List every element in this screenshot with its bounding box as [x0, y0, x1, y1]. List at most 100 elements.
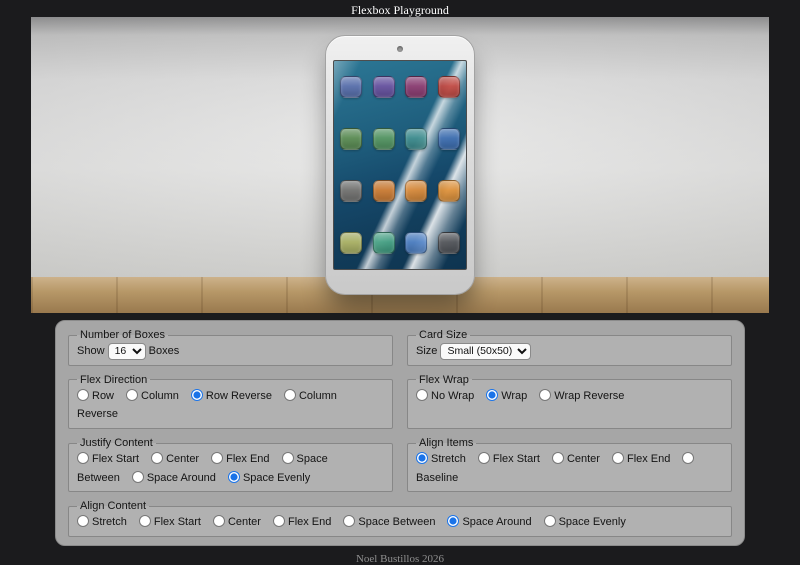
legend-flex-direction: Flex Direction [77, 374, 150, 386]
justify-content-radio-flex-end[interactable] [211, 452, 223, 464]
flex-direction-radio-row-reverse[interactable] [191, 389, 203, 401]
fieldset-align-content: Align Content Stretch Flex Start Center Flex… [68, 500, 732, 537]
flex-wrap-radio-no-wrap[interactable] [416, 389, 428, 401]
align-items-option-label: Baseline [416, 472, 458, 484]
hero-photo [31, 17, 769, 313]
flex-wrap-option-no-wrap[interactable]: No Wrap [416, 390, 474, 402]
app-box [405, 128, 427, 150]
align-content-option-center[interactable]: Center [213, 516, 261, 528]
flex-direction-option-row-reverse[interactable]: Row Reverse [191, 390, 272, 402]
align-content-option-flex-end[interactable]: Flex End [273, 516, 331, 528]
page-title: Flexbox Playground [0, 0, 800, 17]
app-box [340, 128, 362, 150]
align-content-radio-flex-end[interactable] [273, 515, 285, 527]
align-content-option-label: Stretch [92, 516, 127, 528]
app-box [373, 76, 395, 98]
align-content-option-stretch[interactable]: Stretch [77, 516, 127, 528]
flex-wrap-radio-wrap-reverse[interactable] [539, 389, 551, 401]
app-box [405, 232, 427, 254]
number-of-boxes-content: Show 16 Boxes [77, 342, 384, 361]
app-box [340, 180, 362, 202]
legend-align-content: Align Content [77, 500, 149, 512]
justify-content-option-center[interactable]: Center [151, 453, 199, 465]
app-box [373, 232, 395, 254]
align-items-radio-flex-start[interactable] [478, 452, 490, 464]
fieldset-align-items: Align Items Stretch Flex Start Center Flex E… [407, 437, 732, 492]
app-box [340, 232, 362, 254]
flex-wrap-option-label: No Wrap [431, 390, 474, 402]
align-items-radio-baseline[interactable] [682, 452, 694, 464]
align-content-radio-flex-start[interactable] [139, 515, 151, 527]
justify-content-radio-flex-start[interactable] [77, 452, 89, 464]
phone-mockup [325, 35, 475, 295]
flex-direction-option-label: Row [92, 390, 114, 402]
justify-content-option-label: Center [166, 453, 199, 465]
legend-flex-wrap: Flex Wrap [416, 374, 472, 386]
align-items-option-label: Center [567, 453, 600, 465]
fieldset-flex-wrap: Flex Wrap No Wrap Wrap Wrap Reverse [407, 374, 732, 429]
align-items-option-label: Flex Start [493, 453, 540, 465]
align-items-options: Stretch Flex Start Center Flex End Baseline [416, 450, 723, 487]
align-content-option-label: Space Around [462, 516, 531, 528]
page: { "title": "Flexbox Playground", "footer… [0, 0, 800, 531]
align-items-option-label: Stretch [431, 453, 466, 465]
justify-content-option-flex-start[interactable]: Flex Start [77, 453, 139, 465]
justify-content-option-flex-end[interactable]: Flex End [211, 453, 269, 465]
flex-direction-radio-column[interactable] [126, 389, 138, 401]
app-box [438, 128, 460, 150]
align-items-radio-center[interactable] [552, 452, 564, 464]
phone-camera-dot [397, 46, 403, 52]
phone-screen [333, 60, 467, 270]
flex-wrap-option-wrap[interactable]: Wrap [486, 390, 527, 402]
align-content-option-label: Space Between [358, 516, 435, 528]
justify-content-option-label: Space Evenly [243, 472, 310, 484]
align-items-radio-stretch[interactable] [416, 452, 428, 464]
app-box [438, 180, 460, 202]
align-content-radio-center[interactable] [213, 515, 225, 527]
align-content-option-space-around[interactable]: Space Around [447, 516, 531, 528]
fieldset-flex-direction: Flex DirectionRowColumnRow ReverseColumn… [68, 374, 393, 429]
align-content-option-label: Flex End [288, 516, 331, 528]
justify-content-options: Flex StartCenterFlex EndSpace BetweenSpa… [77, 450, 384, 487]
flex-direction-option-column[interactable]: Column [126, 390, 179, 402]
legend-number-of-boxes: Number of Boxes [77, 329, 168, 341]
align-items-option-stretch[interactable]: Stretch [416, 453, 466, 465]
flex-wrap-option-label: Wrap Reverse [554, 390, 624, 402]
app-box [340, 76, 362, 98]
flex-direction-radio-row[interactable] [77, 389, 89, 401]
legend-align-items: Align Items [416, 437, 476, 449]
align-items-radio-flex-end[interactable] [612, 452, 624, 464]
align-content-option-space-evenly[interactable]: Space Evenly [544, 516, 626, 528]
fieldset-number-of-boxes: Number of Boxes Show 16 Boxes [68, 329, 393, 366]
align-items-option-center[interactable]: Center [552, 453, 600, 465]
card-size-select[interactable]: Small (50x50) [440, 343, 531, 360]
justify-content-radio-center[interactable] [151, 452, 163, 464]
align-content-option-flex-start[interactable]: Flex Start [139, 516, 201, 528]
justify-content-radio-space-evenly[interactable] [228, 471, 240, 483]
justify-content-option-space-around[interactable]: Space Around [132, 472, 216, 484]
justify-content-option-space-evenly[interactable]: Space Evenly [228, 472, 310, 484]
flex-direction-option-label: Column [141, 390, 179, 402]
box-count-select[interactable]: 16 [108, 343, 146, 360]
flex-direction-radio-column-reverse[interactable] [284, 389, 296, 401]
align-items-option-flex-end[interactable]: Flex End [612, 453, 670, 465]
size-label: Size [416, 345, 437, 357]
flex-wrap-options: No Wrap Wrap Wrap Reverse [416, 387, 723, 406]
flex-wrap-radio-wrap[interactable] [486, 389, 498, 401]
align-content-radio-space-between[interactable] [343, 515, 355, 527]
justify-content-option-label: Space Around [147, 472, 216, 484]
align-content-option-space-between[interactable]: Space Between [343, 516, 435, 528]
flex-direction-option-row[interactable]: Row [77, 390, 114, 402]
app-box [438, 76, 460, 98]
justify-content-radio-space-around[interactable] [132, 471, 144, 483]
align-content-radio-space-evenly[interactable] [544, 515, 556, 527]
flex-wrap-option-wrap-reverse[interactable]: Wrap Reverse [539, 390, 624, 402]
align-content-radio-stretch[interactable] [77, 515, 89, 527]
justify-content-radio-space-between[interactable] [282, 452, 294, 464]
fieldset-card-size: Card Size Size Small (50x50) [407, 329, 732, 366]
align-content-radio-space-around[interactable] [447, 515, 459, 527]
app-box [438, 232, 460, 254]
justify-content-option-label: Flex End [226, 453, 269, 465]
footer-credit: Noel Bustillos 2026 [0, 553, 800, 565]
align-items-option-flex-start[interactable]: Flex Start [478, 453, 540, 465]
